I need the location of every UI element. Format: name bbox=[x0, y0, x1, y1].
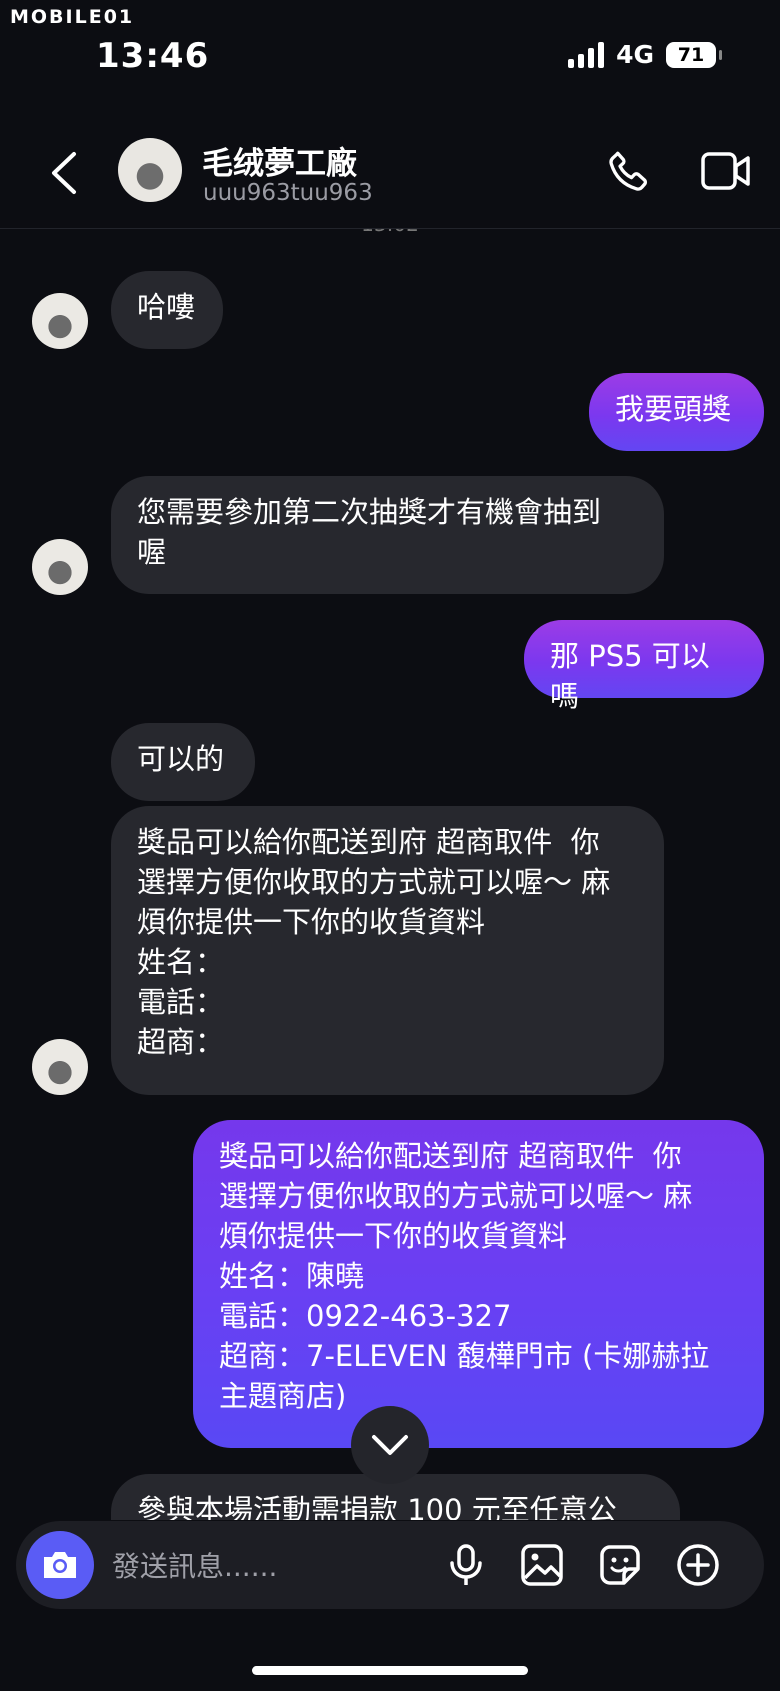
signal-icon bbox=[568, 41, 605, 68]
avatar[interactable] bbox=[32, 1039, 88, 1095]
message-bubble-incoming[interactable]: 哈嘍 bbox=[111, 271, 223, 349]
plus-icon[interactable] bbox=[674, 1541, 722, 1589]
back-icon[interactable] bbox=[44, 148, 84, 198]
contact-username[interactable]: uuu963tuu963 bbox=[203, 180, 373, 206]
avatar[interactable] bbox=[32, 293, 88, 349]
gallery-icon[interactable] bbox=[518, 1541, 566, 1589]
video-icon[interactable] bbox=[700, 148, 752, 194]
network-label: 4G bbox=[616, 40, 654, 69]
status-time: 13:46 bbox=[96, 36, 210, 76]
phone-icon[interactable] bbox=[604, 146, 654, 196]
chat-header: 毛绒夢工廠 uuu963tuu963 bbox=[0, 120, 780, 229]
camera-icon[interactable] bbox=[26, 1531, 94, 1599]
battery-icon: 71 bbox=[666, 41, 722, 68]
message-bubble-incoming[interactable]: 可以的 bbox=[111, 723, 255, 801]
home-indicator bbox=[252, 1666, 528, 1675]
sticker-icon[interactable] bbox=[596, 1541, 644, 1589]
contact-name[interactable]: 毛绒夢工廠 bbox=[202, 138, 357, 183]
battery-level: 71 bbox=[677, 43, 705, 66]
message-bubble-incoming[interactable]: 您需要參加第二次抽獎才有機會抽到 喔 bbox=[111, 476, 664, 594]
watermark: MOBILE01 bbox=[10, 6, 135, 28]
avatar[interactable] bbox=[32, 539, 88, 595]
message-input[interactable]: 發送訊息...... bbox=[112, 1545, 412, 1585]
message-bubble-incoming[interactable]: 獎品可以給你配送到府 超商取件 你 選擇方便你收取的方式就可以喔～ 麻 煩你提供… bbox=[111, 806, 664, 1095]
avatar[interactable] bbox=[118, 138, 182, 202]
microphone-icon[interactable] bbox=[442, 1541, 490, 1589]
message-bubble-outgoing[interactable]: 那 PS5 可以嗎 bbox=[524, 620, 764, 713]
chevron-down-icon bbox=[372, 1435, 408, 1455]
message-bubble-outgoing[interactable]: 獎品可以給你配送到府 超商取件 你 選擇方便你收取的方式就可以喔～ 麻 煩你提供… bbox=[193, 1120, 764, 1448]
message-bubble-outgoing[interactable]: 我要頭獎 bbox=[589, 373, 764, 451]
message-composer: 發送訊息...... bbox=[16, 1521, 764, 1609]
scroll-to-bottom-button[interactable] bbox=[351, 1406, 429, 1484]
